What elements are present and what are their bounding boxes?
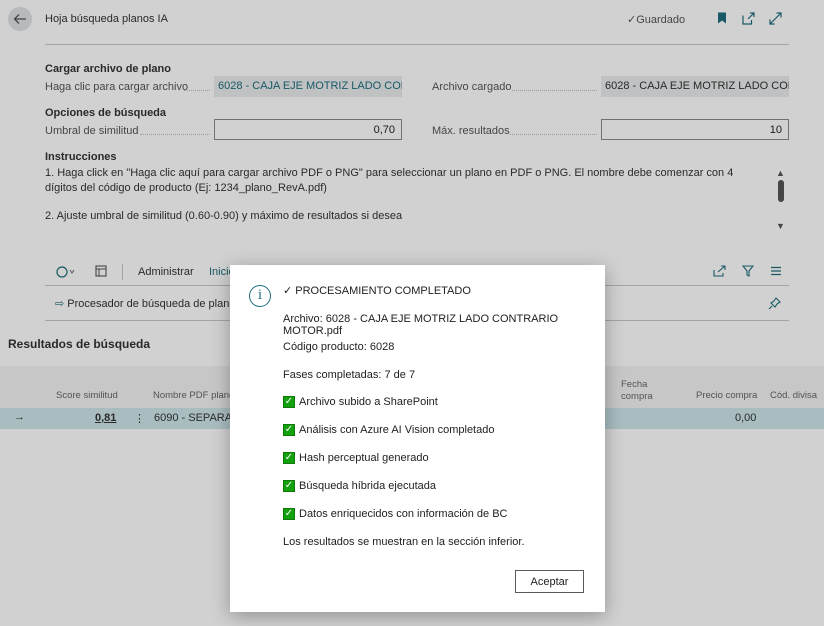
check-item: ✓ Archivo subido a SharePoint [283, 396, 438, 408]
dialog-product-code: Código producto: 6028 [283, 341, 395, 353]
dialog-phases: Fases completadas: 7 de 7 [283, 369, 416, 381]
check-item: ✓ Búsqueda híbrida ejecutada [283, 480, 436, 492]
check-item: ✓ Hash perceptual generado [283, 452, 429, 464]
info-icon: i [249, 285, 271, 307]
accept-button[interactable]: Aceptar [515, 570, 584, 593]
dialog-heading: ✓ PROCESAMIENTO COMPLETADO [283, 285, 471, 297]
green-check-icon: ✓ [283, 480, 295, 492]
green-check-icon: ✓ [283, 452, 295, 464]
check-item: ✓ Análisis con Azure AI Vision completado [283, 424, 495, 436]
green-check-icon: ✓ [283, 424, 295, 436]
dialog-footer-text: Los resultados se muestran en la sección… [283, 536, 525, 548]
check-item: ✓ Datos enriquecidos con información de B… [283, 508, 508, 520]
dialog-file: Archivo: 6028 - CAJA EJE MOTRIZ LADO CON… [283, 313, 559, 337]
green-check-icon: ✓ [283, 396, 295, 408]
green-check-icon: ✓ [283, 508, 295, 520]
completion-dialog: i ✓ PROCESAMIENTO COMPLETADO Archivo: 60… [230, 265, 605, 612]
